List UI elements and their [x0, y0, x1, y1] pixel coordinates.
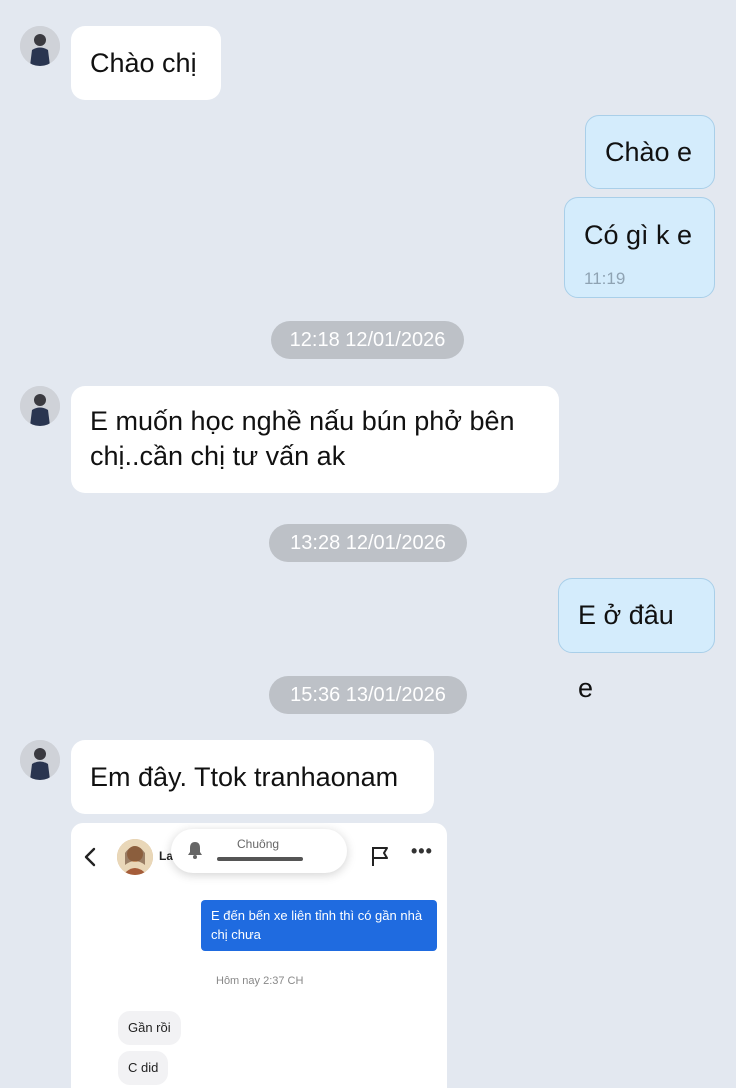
embedded-incoming-message: Gần rồi — [118, 1011, 181, 1045]
notification-label: Chuông — [237, 837, 280, 851]
outgoing-message[interactable]: Có gì k e 11:19 — [564, 197, 715, 298]
date-separator: 13:28 12/01/2026 — [269, 524, 467, 562]
bell-icon — [185, 840, 205, 860]
image-attachment[interactable]: La Chuông ••• E đến bến xe liên tỉnh thì… — [71, 823, 447, 1088]
sender-avatar[interactable] — [20, 386, 60, 426]
date-separator-text: 15:36 13/01/2026 — [290, 684, 446, 706]
message-text: E ở đâu e — [578, 600, 674, 703]
incoming-message[interactable]: Chào chị — [71, 26, 221, 100]
sender-avatar[interactable] — [20, 26, 60, 66]
incoming-message[interactable]: E muốn học nghề nấu bún phở bên chị..cần… — [71, 386, 559, 493]
sender-avatar[interactable] — [20, 740, 60, 780]
embedded-time-label: Hôm nay 2:37 CH — [216, 975, 304, 987]
notification-bar — [217, 857, 303, 861]
embedded-outgoing-message: E đến bến xe liên tỉnh thì có gần nhà ch… — [201, 900, 437, 951]
message-text: Có gì k e — [584, 220, 693, 250]
date-separator: 15:36 13/01/2026 — [269, 676, 467, 714]
date-separator: 12:18 12/01/2026 — [271, 321, 464, 359]
outgoing-message[interactable]: E ở đâu e — [558, 578, 715, 703]
flag-icon — [369, 845, 391, 867]
contact-avatar — [117, 839, 153, 875]
notification-pill: Chuông — [171, 829, 347, 873]
embedded-incoming-message: C did — [118, 1051, 169, 1085]
date-separator-text: 13:28 12/01/2026 — [290, 532, 446, 554]
date-separator-text: 12:18 12/01/2026 — [289, 329, 446, 351]
more-icon: ••• — [411, 841, 433, 861]
message-text: Em đây. Ttok tranhaonam — [90, 762, 399, 792]
message-text-line: E muốn học nghề nấu bún phở bên — [90, 406, 515, 436]
message-text: Chào e — [605, 137, 693, 167]
message-text-line: chị..cần chị tư vấn ak — [90, 441, 346, 471]
message-text: Chào chị — [90, 48, 197, 78]
back-chevron-icon — [83, 845, 97, 871]
outgoing-message[interactable]: Chào e — [585, 115, 715, 189]
message-time: 11:19 — [584, 269, 626, 288]
incoming-message[interactable]: Em đây. Ttok tranhaonam — [71, 740, 434, 814]
